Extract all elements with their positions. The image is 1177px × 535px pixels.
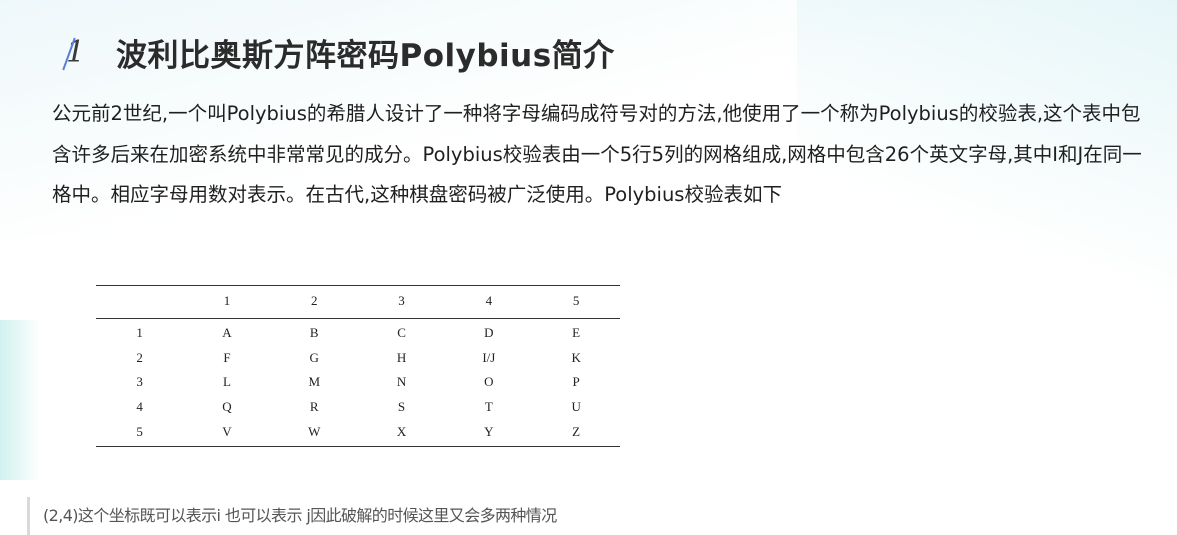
table-cell: F (223, 349, 231, 365)
table-cell: B (309, 325, 319, 341)
table-cell: N (396, 374, 407, 390)
page-title: 波利比奥斯方阵密码Polybius简介 (116, 37, 615, 74)
table-cell: 1 (136, 325, 143, 341)
table-row: 2 F G H I/J K (96, 346, 620, 371)
table-cell: V (222, 423, 232, 439)
table-cell: X (396, 423, 407, 439)
table-cell: 3 (136, 374, 143, 390)
note-text: (2,4)这个坐标既可以表示i 也可以表示 j因此破解的时候这里又会多两种情况 (43, 506, 557, 525)
table-cell: Y (484, 423, 494, 439)
section-number: 1 (62, 35, 92, 70)
table-cell: Q (222, 399, 232, 415)
table-row: 3 L M N O P (96, 370, 620, 395)
table-cell: P (572, 374, 580, 390)
table-header-cell: 1 (223, 293, 231, 308)
table-header-cell: 3 (398, 293, 405, 308)
table-cell: R (309, 399, 319, 415)
blockquote-note: (2,4)这个坐标既可以表示i 也可以表示 j因此破解的时候这里又会多两种情况 (27, 497, 557, 535)
table-cell: E (572, 325, 581, 341)
table-row: 5 V W X Y Z (96, 419, 620, 444)
intro-paragraph: 公元前2世纪,一个叫Polybius的希腊人设计了一种将字母编码成符号对的方法,… (52, 102, 1142, 206)
table-row: 1 A B C D E (96, 321, 620, 346)
polybius-table: 1 2 3 4 5 1 A B C D E 2 F G H I/J K 3 L … (96, 285, 620, 447)
table-cell: L (222, 374, 231, 390)
table-header-row: 1 2 3 4 5 (96, 286, 620, 316)
table-header-cell: 2 (310, 293, 318, 308)
table-cell: D (484, 325, 494, 341)
table-cell: T (484, 399, 493, 415)
table-header-cell: 4 (485, 293, 493, 308)
table-cell: S (397, 399, 406, 415)
table-cell: 5 (136, 423, 143, 439)
table-cell: M (308, 374, 321, 390)
table-cell: O (484, 374, 494, 390)
table-bottom-rule (96, 445, 620, 447)
table-header-cell: 5 (572, 293, 580, 308)
table-cell: C (397, 325, 406, 341)
table-cell: A (222, 325, 232, 341)
table-cell: I/J (482, 349, 496, 365)
table-cell: 4 (136, 399, 143, 415)
table-row: 4 Q R S T U (96, 395, 620, 420)
section-heading: 1 波利比奥斯方阵密码Polybius简介 (62, 30, 615, 74)
table-body: 1 A B C D E 2 F G H I/J K 3 L M N O P 4 … (96, 319, 620, 444)
table-cell: H (396, 349, 407, 365)
background-decoration (0, 320, 40, 480)
table-cell: 2 (136, 349, 143, 365)
table-cell: Z (572, 423, 581, 439)
table-cell: W (308, 423, 321, 439)
table-cell: K (571, 349, 581, 365)
table-cell: G (309, 349, 319, 365)
table-cell: U (571, 399, 581, 415)
